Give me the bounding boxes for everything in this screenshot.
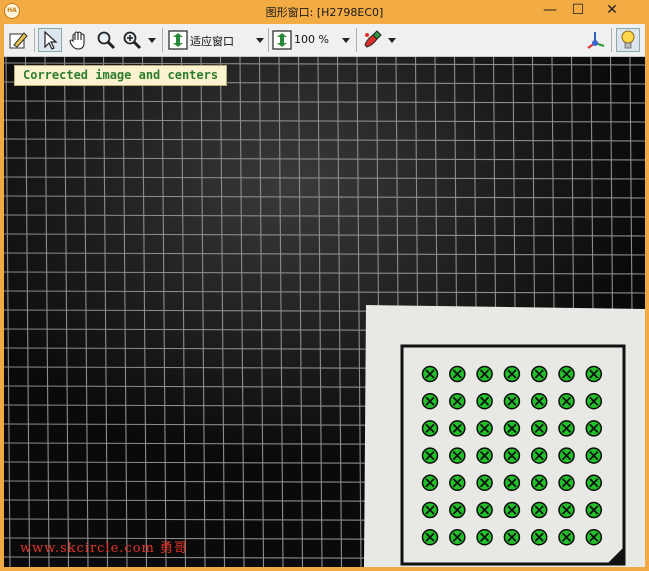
close-button[interactable]: ✕ (590, 0, 634, 22)
overlay-caption: Corrected image and centers (14, 65, 228, 86)
edit-draw-button[interactable] (6, 28, 30, 52)
magnify-tool-button[interactable] (94, 28, 118, 52)
fit-window-icon (168, 30, 188, 50)
minimize-button[interactable]: — (536, 0, 564, 22)
axes-3d-icon (587, 32, 605, 49)
3d-axes-button[interactable] (584, 28, 608, 52)
image-canvas[interactable]: Corrected image and centers www.skcircle… (4, 57, 645, 567)
watermark-text: www.skcircle.com 勇哥 (20, 541, 189, 556)
pointer-tool-button[interactable] (38, 28, 62, 52)
zoom-in-icon (123, 31, 142, 50)
zoom-percent-label: 100 % (294, 33, 329, 46)
zoom-mode-label: 适应窗口 (190, 35, 234, 48)
zoom-percent-button[interactable] (270, 28, 294, 52)
arrow-cursor-icon (44, 30, 58, 50)
maximize-button[interactable]: ☐ (564, 0, 592, 22)
calibration-plate (364, 305, 645, 567)
zoom-tool-button[interactable] (120, 28, 144, 52)
color-tool-button[interactable] (360, 28, 384, 52)
title-bar[interactable]: HA 图形窗口: [H2798EC0] — ☐ ✕ (0, 0, 649, 24)
zoom-percent-icon (272, 30, 292, 50)
zoom-mode-dropdown[interactable] (256, 38, 264, 43)
magnifier-icon (97, 31, 116, 50)
zoom-percent-dropdown[interactable] (342, 38, 350, 43)
hand-pan-icon (69, 31, 85, 50)
pencil-edit-icon (9, 32, 28, 49)
lightbulb-icon (621, 30, 635, 49)
fit-window-button[interactable] (166, 28, 190, 52)
zoom-tool-dropdown[interactable] (148, 38, 156, 43)
toolbar: 适应窗口 100 % (4, 24, 645, 57)
graphics-window: HA 图形窗口: [H2798EC0] — ☐ ✕ 适应窗口 100 % Cor… (0, 0, 649, 571)
corrected-image (4, 57, 645, 567)
pan-tool-button[interactable] (66, 28, 90, 52)
paint-color-icon (364, 30, 382, 48)
lightbulb-button[interactable] (616, 28, 640, 52)
color-tool-dropdown[interactable] (388, 38, 396, 43)
